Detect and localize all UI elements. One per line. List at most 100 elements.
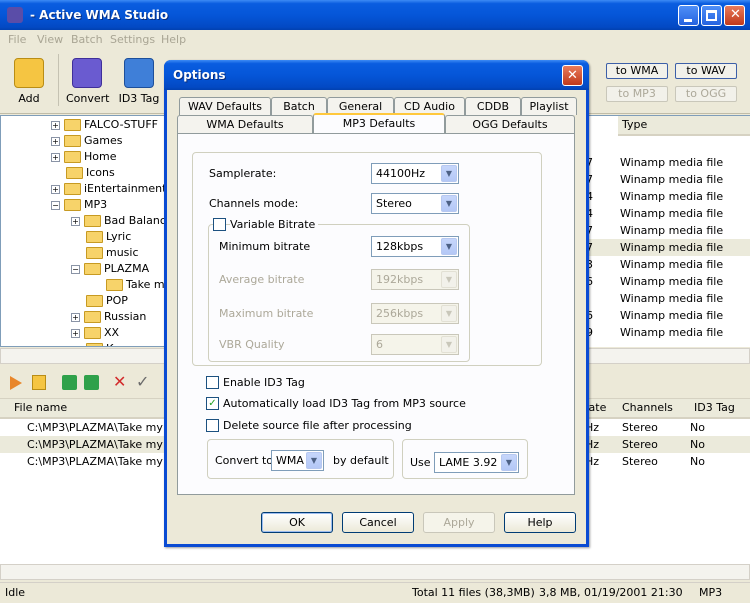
collapse-icon[interactable]: − [51, 200, 60, 210]
to-wav-button[interactable]: to WAV [675, 63, 737, 79]
channels-mode-select[interactable]: Stereo ▼ [371, 193, 459, 214]
file-row[interactable]: 7 Winamp media file [582, 239, 750, 256]
min-bitrate-select[interactable]: 128kbps ▼ [371, 236, 459, 257]
maximize-button[interactable] [701, 5, 722, 26]
tree-item[interactable]: Lyric [71, 230, 131, 246]
menu-view[interactable]: View [37, 33, 63, 46]
file-row[interactable]: 6 Winamp media file [582, 307, 750, 324]
folder-tree[interactable]: + FALCO-STUFF + Games + Home Icons + iEntertainm… [0, 115, 168, 347]
expand-icon[interactable]: + [71, 312, 80, 322]
tree-item[interactable]: Take my [91, 278, 167, 294]
encoder-select[interactable]: LAME 3.92 ▼ [434, 452, 519, 473]
menu-help[interactable]: Help [161, 33, 186, 46]
vbr-checkbox[interactable] [213, 218, 226, 231]
convert-button[interactable]: Convert [66, 58, 110, 105]
channels-header[interactable]: Channels [618, 399, 686, 419]
menu-batch[interactable]: Batch [71, 33, 103, 46]
samplerate-select[interactable]: 44100Hz ▼ [371, 163, 459, 184]
add-to-queue-icon[interactable] [32, 375, 46, 390]
expand-icon[interactable]: + [51, 136, 60, 146]
tree-item[interactable]: − MP3 [51, 198, 107, 214]
enable-id3-checkbox[interactable] [206, 376, 219, 389]
apply-button[interactable]: Apply [423, 512, 495, 533]
menu-settings[interactable]: Settings [110, 33, 155, 46]
tab-wav-defaults[interactable]: WAV Defaults [179, 97, 271, 115]
ok-button[interactable]: OK [261, 512, 333, 533]
tab-cddb[interactable]: CDDB [465, 97, 521, 115]
tree-item[interactable]: + Russian [71, 310, 146, 326]
tree-item[interactable]: + Home [51, 150, 116, 166]
collapse-icon[interactable]: − [71, 264, 80, 274]
file-row-type: Winamp media file [620, 190, 724, 203]
check-icon[interactable]: ✓ [136, 372, 149, 391]
tree-item[interactable]: − PLAZMA [71, 262, 149, 278]
tab-mp3-defaults[interactable]: MP3 Defaults [313, 113, 445, 133]
tree-item[interactable]: Icons [51, 166, 115, 182]
type-column-header[interactable]: Type [618, 116, 750, 136]
file-row[interactable]: 4 Winamp media file [582, 205, 750, 222]
to-ogg-button[interactable]: to OGG [675, 86, 737, 102]
menu-file[interactable]: File [8, 33, 26, 46]
file-row[interactable]: 3 Winamp media file [582, 256, 750, 273]
max-bitrate-select[interactable]: 256kbps ▼ [371, 303, 459, 324]
delete-source-checkbox[interactable] [206, 419, 219, 432]
tree-item[interactable]: + XX [71, 326, 119, 342]
tree-scrollbar[interactable] [0, 348, 168, 364]
tree-item[interactable]: music [71, 246, 139, 262]
expand-icon[interactable]: + [51, 152, 60, 162]
file-list-scrollbar[interactable] [582, 348, 750, 364]
play-icon[interactable] [10, 376, 22, 390]
auto-load-id3-checkbox[interactable]: ✓ [206, 397, 219, 410]
id3-tag-header[interactable]: ID3 Tag [686, 399, 750, 419]
options-title-bar: Options ✕ [164, 60, 589, 90]
convert-to-select[interactable]: WMA ▼ [271, 450, 324, 471]
file-row[interactable]: 6 Winamp media file [582, 273, 750, 290]
tree-item[interactable]: + FALCO-STUFF [51, 118, 158, 134]
minimize-button[interactable] [678, 5, 699, 26]
avg-bitrate-select[interactable]: 192kbps ▼ [371, 269, 459, 290]
status-file-info: 3,8 MB, 01/19/2001 21:30 [539, 586, 683, 599]
vbr-quality-select[interactable]: 6 ▼ [371, 334, 459, 355]
auto-load-id3-label[interactable]: Automatically load ID3 Tag from MP3 sour… [223, 397, 466, 410]
move-down-icon[interactable] [62, 375, 77, 390]
file-row[interactable]: 7 Winamp media file [582, 222, 750, 239]
tab-wma-defaults[interactable]: WMA Defaults [177, 115, 313, 133]
expand-icon[interactable]: + [71, 216, 80, 226]
file-row[interactable]: 7 Winamp media file [582, 171, 750, 188]
expand-icon[interactable]: + [51, 120, 60, 130]
tree-item[interactable]: + iEntertainment N [51, 182, 167, 198]
channels-header-label: Channels [622, 401, 673, 414]
file-row[interactable]: 9 Winamp media file [582, 324, 750, 341]
tab-ogg-defaults[interactable]: OGG Defaults [445, 115, 575, 133]
tree-item-label: Icons [86, 166, 115, 179]
chevron-down-icon: ▼ [306, 452, 322, 469]
file-name-header[interactable]: File name [0, 399, 166, 419]
tree-item[interactable]: POP [71, 294, 128, 310]
expand-icon[interactable]: + [71, 328, 80, 338]
expand-icon[interactable]: + [51, 184, 60, 194]
file-list[interactable]: Type 7 Winamp media file 7 Winamp media fil… [582, 115, 750, 347]
file-row[interactable]: 4 Winamp media file [582, 188, 750, 205]
file-row[interactable]: 7 Winamp media file [582, 154, 750, 171]
vbr-label[interactable]: Variable Bitrate [230, 218, 319, 231]
enable-id3-label[interactable]: Enable ID3 Tag [223, 376, 305, 389]
file-row[interactable]: Winamp media file [582, 290, 750, 307]
tab-playlist[interactable]: Playlist [521, 97, 577, 115]
dialog-close-button[interactable]: ✕ [562, 65, 583, 86]
samplerate-value: 44100Hz [376, 167, 426, 180]
remove-icon[interactable]: ✕ [113, 372, 126, 391]
delete-source-label[interactable]: Delete source file after processing [223, 419, 412, 432]
queue-scrollbar[interactable] [0, 564, 750, 580]
to-mp3-button[interactable]: to MP3 [606, 86, 668, 102]
id3-tag-button[interactable]: ID3 Tag [118, 58, 160, 105]
close-button[interactable]: ✕ [724, 5, 745, 26]
to-wma-button[interactable]: to WMA [606, 63, 668, 79]
add-button[interactable]: Add [14, 58, 44, 105]
cancel-button[interactable]: Cancel [342, 512, 414, 533]
tree-item[interactable]: + Bad Balance [71, 214, 167, 230]
tree-item[interactable]: Константин [71, 342, 167, 346]
help-button[interactable]: Help [504, 512, 576, 533]
rate-header[interactable]: rate [584, 399, 618, 419]
move-up-icon[interactable] [84, 375, 99, 390]
tree-item[interactable]: + Games [51, 134, 122, 150]
